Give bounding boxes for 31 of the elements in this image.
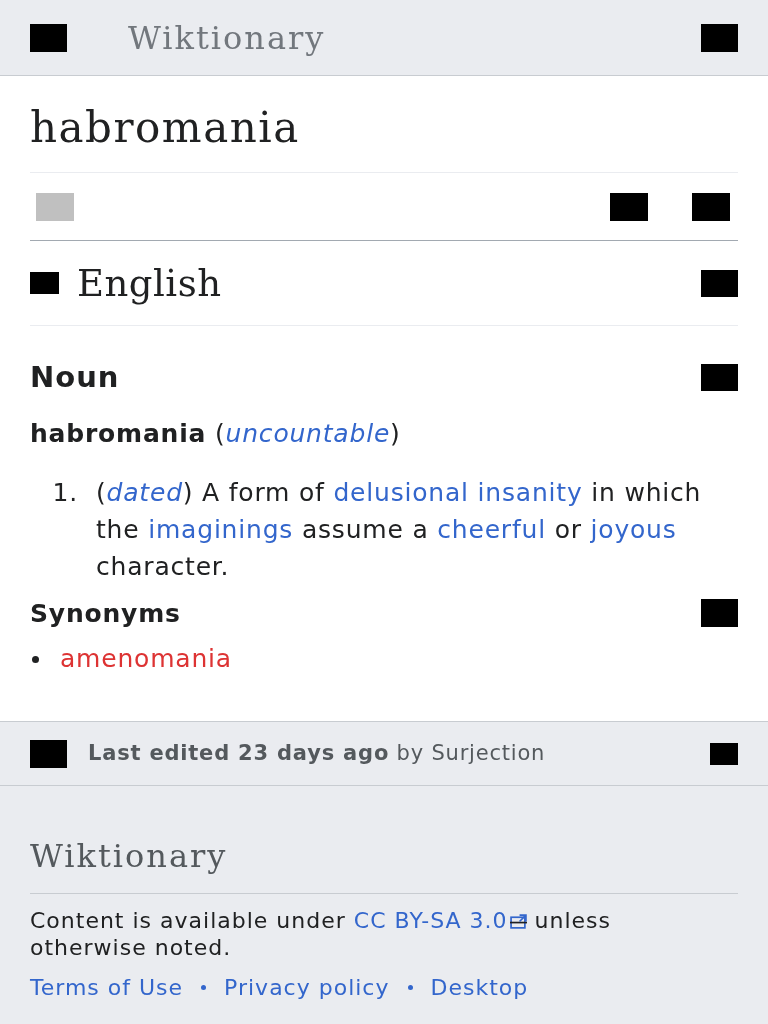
link[interactable]: uncountable (225, 419, 391, 448)
page-title: habromania (30, 102, 301, 154)
license-text: Content is available under CC BY-SA 3.0 unless otherwise noted. (30, 907, 612, 961)
square-icon[interactable] (701, 363, 738, 391)
link[interactable]: joyous (590, 515, 677, 544)
list-number: 1. (51, 477, 79, 509)
section-heading: Synonyms (30, 600, 181, 626)
footer-link[interactable]: Terms of Use (30, 974, 184, 1001)
footer-title: Wiktionary (30, 836, 229, 876)
footer-link[interactable]: Privacy policy (224, 974, 390, 1001)
section-heading: Noun (30, 362, 120, 392)
link[interactable]: delusional insanity (333, 478, 583, 507)
square-icon[interactable] (701, 269, 738, 297)
link[interactable]: dated (106, 478, 183, 507)
square-icon[interactable] (30, 23, 67, 52)
square-icon[interactable] (710, 742, 738, 765)
synonym-link[interactable]: amenomania (60, 643, 232, 675)
link[interactable]: imaginings (148, 515, 294, 544)
external-link-icon (509, 914, 527, 929)
square-icon[interactable] (610, 192, 648, 221)
last-edited-link[interactable]: Last edited 23 days ago by Surjection (88, 743, 546, 764)
link[interactable]: cheerful (437, 515, 546, 544)
license-link[interactable]: CC BY-SA 3.0 (353, 908, 508, 933)
square-icon[interactable] (692, 192, 730, 221)
bullet-icon (32, 655, 39, 663)
square-icon[interactable] (701, 23, 738, 52)
square-icon[interactable] (30, 739, 67, 768)
headword-line: habromania (uncountable) (30, 418, 402, 450)
site-title: Wiktionary (128, 21, 326, 54)
definition-text: (dated) A form of delusional insanity in which the imaginings assume a cheerful or joyous character. (96, 477, 703, 583)
footer-link[interactable]: Desktop (430, 974, 529, 1001)
